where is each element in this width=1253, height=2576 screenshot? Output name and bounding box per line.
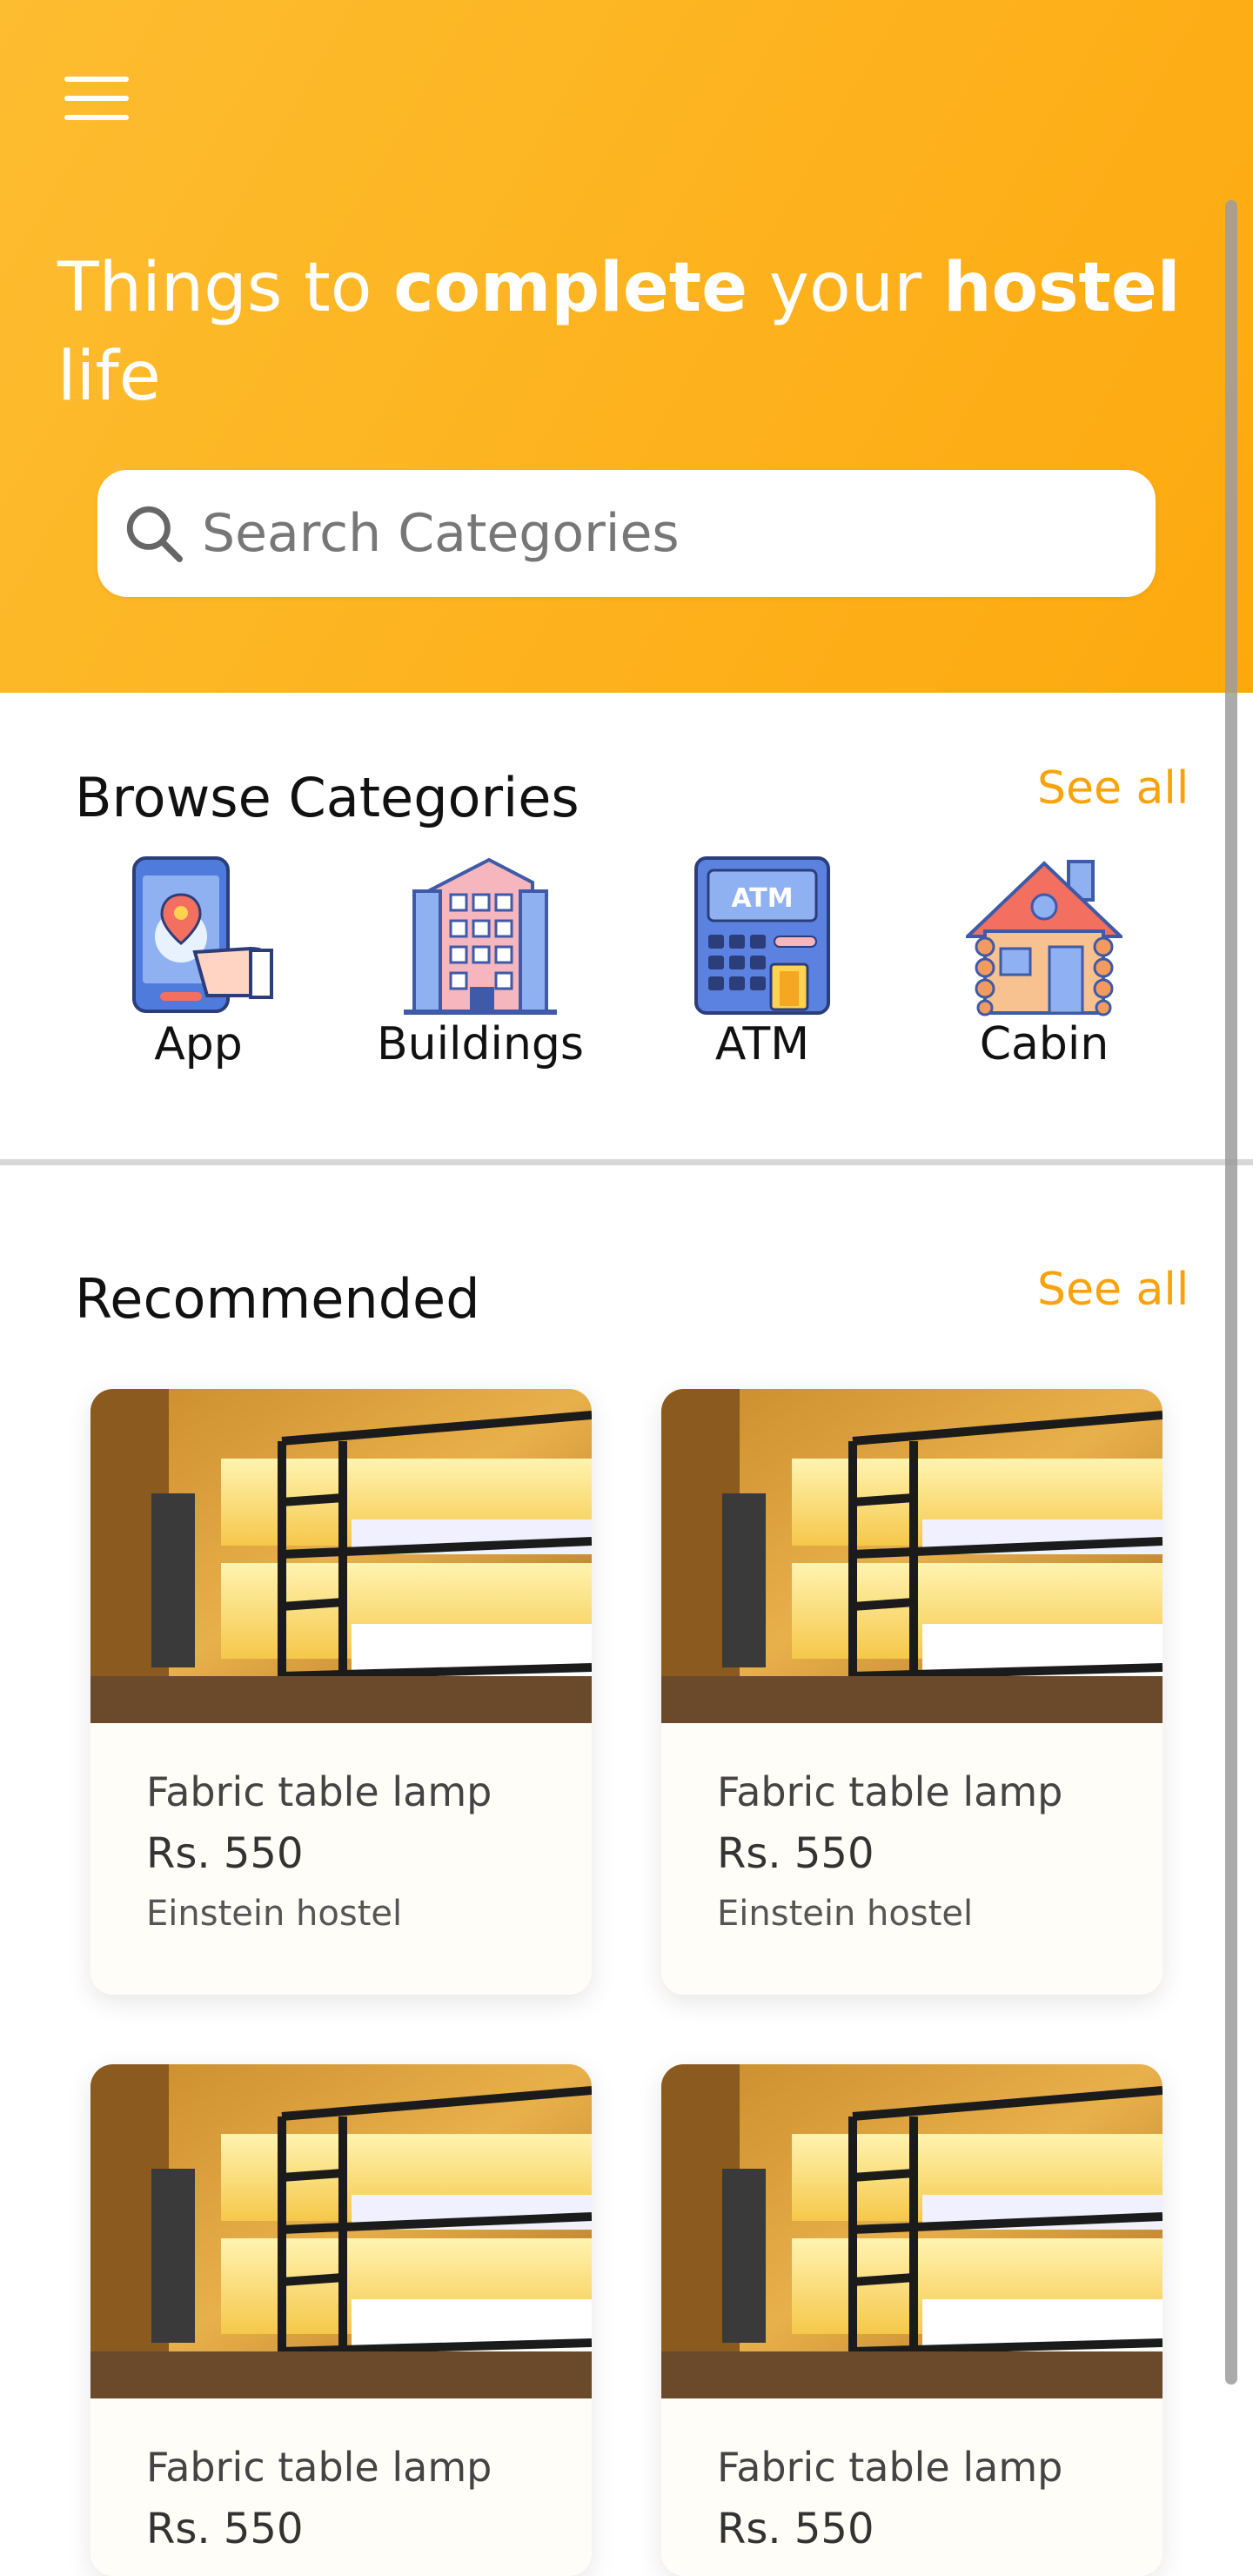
item-title: Fabric table lamp: [717, 2444, 1063, 2491]
category-label: ATM: [714, 1018, 810, 1070]
atm-icon: ATM: [694, 856, 830, 1015]
atm-icon-text: ATM: [731, 883, 793, 914]
category-buildings[interactable]: Buildings: [350, 853, 611, 1079]
app-phone-icon: [132, 856, 273, 1013]
category-label: Cabin: [979, 1018, 1109, 1070]
hostel-bunk-photo: [90, 1389, 592, 1723]
item-title: Fabric table lamp: [146, 2444, 492, 2491]
item-price: Rs. 550: [717, 1829, 874, 1878]
hostel-bunk-photo: [661, 1389, 1163, 1723]
category-atm[interactable]: ATM ATM: [632, 853, 893, 1079]
browse-categories-title: Browse Categories: [75, 766, 580, 829]
item-hostel: Einstein hostel: [146, 1894, 403, 1934]
category-label: App: [154, 1018, 243, 1070]
item-price: Rs. 550: [146, 1829, 304, 1878]
search-bar[interactable]: [97, 470, 1156, 597]
recommended-card[interactable]: Fabric table lamp Rs. 550: [661, 2064, 1163, 2576]
section-divider: [0, 1159, 1253, 1165]
scrollbar[interactable]: [1225, 200, 1237, 2385]
recommended-card[interactable]: Fabric table lamp Rs. 550 Einstein hoste…: [661, 1389, 1163, 1995]
category-app[interactable]: App: [68, 853, 329, 1079]
category-label: Buildings: [376, 1018, 585, 1070]
category-list: App Buildings ATM ATM Cabin: [52, 853, 1201, 1079]
item-hostel: Einstein hostel: [717, 1894, 974, 1934]
search-input[interactable]: [202, 470, 1124, 597]
item-price: Rs. 550: [717, 2505, 874, 2553]
hostel-bunk-photo: [661, 2064, 1163, 2398]
recommended-card[interactable]: Fabric table lamp Rs. 550: [90, 2064, 592, 2576]
menu-button[interactable]: [64, 77, 129, 120]
recommended-card[interactable]: Fabric table lamp Rs. 550 Einstein hoste…: [90, 1389, 592, 1995]
hostel-bunk-photo: [90, 2064, 592, 2398]
menu-line-icon: [64, 96, 129, 101]
category-cabin[interactable]: Cabin: [914, 853, 1175, 1079]
item-title: Fabric table lamp: [717, 1768, 1063, 1815]
browse-see-all-link[interactable]: See all: [1037, 762, 1189, 815]
menu-line-icon: [64, 77, 129, 82]
recommended-see-all-link[interactable]: See all: [1037, 1264, 1189, 1316]
item-price: Rs. 550: [146, 2505, 304, 2553]
cabin-icon: [966, 860, 1122, 1016]
search-icon: [126, 506, 183, 562]
page-headline: Things to complete your hostel life: [57, 249, 1181, 416]
building-icon: [404, 857, 557, 1015]
item-title: Fabric table lamp: [146, 1768, 492, 1815]
recommended-title: Recommended: [75, 1267, 480, 1331]
header-banner: Things to complete your hostel life: [0, 0, 1253, 693]
menu-line-icon: [64, 115, 129, 120]
